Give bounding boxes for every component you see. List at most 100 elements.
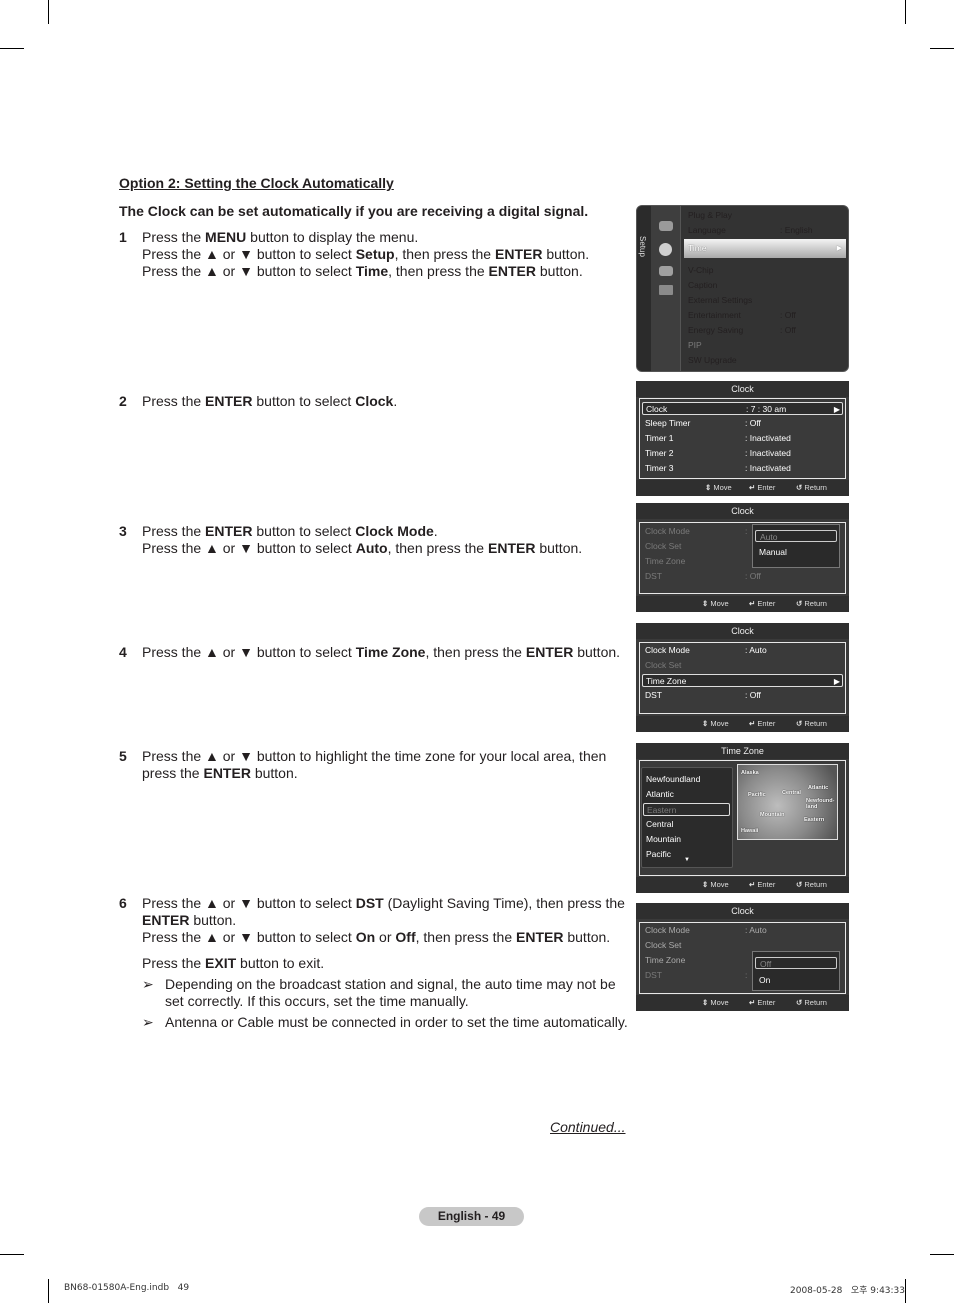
menu-row-label: Clock Set (645, 660, 682, 670)
move-icon: ⇕ (702, 719, 709, 728)
application-icon[interactable] (659, 285, 673, 295)
step-6: 6 Press the ▲ or ▼ button to select DST … (119, 895, 629, 1031)
step-line: Press the EXIT button to exit. (142, 955, 325, 971)
move-icon: ⇕ (702, 998, 709, 1007)
menu-row[interactable]: Clock Set (642, 659, 843, 672)
category-icons (651, 206, 681, 371)
menu-row-label: Timer 3 (645, 463, 674, 473)
return-hint: ↺ Return (796, 719, 827, 728)
setup-item[interactable]: Plug & Play (688, 208, 846, 223)
return-hint: ↺ Return (796, 483, 827, 492)
setup-item-label: Entertainment (688, 310, 741, 320)
step-number: 2 (119, 393, 127, 409)
note-text: Depending on the broadcast station and s… (165, 976, 616, 1009)
move-hint: ⇕ Move (702, 998, 729, 1007)
map-label: Central (782, 790, 801, 796)
step-5: 5 Press the ▲ or ▼ button to highlight t… (119, 748, 629, 782)
move-hint: ⇕ Move (702, 880, 729, 889)
return-icon: ↺ (796, 483, 803, 492)
osd-title: Clock (636, 623, 849, 639)
setup-item[interactable]: V-Chip (688, 263, 846, 278)
menu-row[interactable]: DST: Off (642, 689, 843, 702)
timezone-option[interactable]: Mountain (643, 833, 730, 846)
menu-row-value: : Inactivated (745, 463, 791, 473)
gear-icon[interactable] (659, 243, 672, 256)
setup-item[interactable]: Entertainment: Off (688, 308, 846, 323)
step-line: Press the ▲ or ▼ button to highlight the… (142, 748, 607, 764)
return-hint: ↺ Return (796, 998, 827, 1007)
map-label: Pacific (748, 792, 766, 798)
menu-row[interactable]: Timer 2: Inactivated (642, 447, 843, 460)
map-label: Atlantic (808, 785, 829, 791)
timezone-option[interactable]: Central (643, 818, 730, 831)
return-icon: ↺ (796, 880, 803, 889)
input-icon[interactable] (659, 266, 673, 276)
osd-title: Time Zone (636, 743, 849, 759)
enter-icon: ↵ (749, 483, 756, 492)
setup-item[interactable]: Time ▶ (684, 239, 846, 258)
timezone-option[interactable]: Atlantic (643, 788, 730, 801)
step-line: press the ENTER button. (142, 765, 298, 781)
setup-item[interactable]: PIP (688, 338, 846, 353)
timezone-option[interactable]: Newfoundland (643, 773, 730, 786)
return-icon: ↺ (796, 599, 803, 608)
setup-item[interactable]: SW Upgrade (688, 353, 846, 368)
setup-tab[interactable]: Setup (637, 206, 651, 371)
menu-row[interactable]: DST: Off (642, 570, 843, 583)
timezone-option[interactable]: Eastern (643, 803, 730, 816)
intro-text: The Clock can be set automatically if yo… (119, 203, 589, 219)
menu-row[interactable]: Timer 1: Inactivated (642, 432, 843, 445)
menu-row-value: : Auto (745, 645, 767, 655)
menu-row[interactable]: Clock Mode: Auto (642, 644, 843, 657)
osd-title: Clock (636, 381, 849, 397)
setup-item[interactable]: Language: English (688, 223, 846, 238)
enter-icon: ↵ (749, 880, 756, 889)
menu-row[interactable]: Sleep Timer: Off (642, 417, 843, 430)
setup-item-label: Energy Saving (688, 325, 744, 335)
map-label: Newfound-land (806, 798, 835, 810)
setup-tab-label: Setup (638, 236, 647, 257)
move-hint: ⇕ Move (705, 483, 732, 492)
menu-row[interactable]: Timer 3 : Inactivated (642, 462, 843, 475)
menu-row[interactable]: Time Zone (642, 954, 843, 967)
menu-row[interactable]: Clock Mode: Auto (642, 924, 843, 937)
footer-file: BN68-01580A-Eng.indb 49 (64, 1283, 190, 1293)
arrow-right-icon: ▶ (833, 405, 840, 414)
menu-row-value: : 7 : 30 am (746, 404, 787, 414)
timezone-list: Newfoundland Atlantic Eastern Central Mounta… (641, 767, 733, 868)
menu-row[interactable]: DST: (642, 969, 843, 982)
menu-row-label: Clock Set (645, 940, 682, 950)
step-2: 2 Press the ENTER button to select Clock… (119, 393, 629, 410)
setup-item[interactable]: External Settings (688, 293, 846, 308)
setup-item[interactable]: Caption (688, 278, 846, 293)
menu-row-value: : (745, 526, 748, 536)
scroll-down-icon[interactable]: ▼ (684, 857, 690, 863)
setup-item[interactable]: Energy Saving: Off (688, 323, 846, 338)
osd-footer: ⇕ Move ↵ Enter ↺ Return (636, 877, 849, 893)
menu-row[interactable]: Clock Set (642, 540, 843, 553)
menu-row[interactable]: Clock Mode: (642, 525, 843, 538)
page-number: English - 49 (419, 1207, 524, 1226)
menu-row-value: : Inactivated (745, 433, 791, 443)
step-3: 3 Press the ENTER button to select Clock… (119, 523, 629, 557)
step-line: Press the ▲ or ▼ button to select Auto, … (142, 540, 583, 556)
menu-row[interactable]: Time Zone ▶ (642, 674, 843, 687)
crop-mark (0, 48, 24, 49)
setup-item-label: PIP (688, 340, 702, 350)
osd-clock-mode-menu: Clock Auto Manual ⇕ Move ↵ Enter ↺ Retur… (636, 503, 849, 612)
timezone-option-label: Pacific (646, 849, 672, 859)
menu-row-label: Time Zone (646, 676, 687, 686)
setup-item-value: : English (780, 225, 813, 235)
step-line: Press the MENU button to display the men… (142, 229, 419, 245)
menu-row[interactable]: Clock: 7 : 30 am ▶ (642, 402, 843, 415)
menu-row[interactable]: Time Zone (642, 555, 843, 568)
setup-item-label: SW Upgrade (688, 355, 737, 365)
timezone-option-label: Eastern (647, 805, 677, 815)
picture-icon[interactable] (659, 221, 673, 231)
arrow-right-icon: ▶ (836, 245, 842, 252)
menu-row-label: DST (645, 571, 662, 581)
menu-row[interactable]: Clock Set (642, 939, 843, 952)
menu-row-value: : Auto (745, 925, 767, 935)
menu-row-label: DST (645, 690, 662, 700)
note: ➢ Antenna or Cable must be connected in … (142, 1014, 629, 1031)
